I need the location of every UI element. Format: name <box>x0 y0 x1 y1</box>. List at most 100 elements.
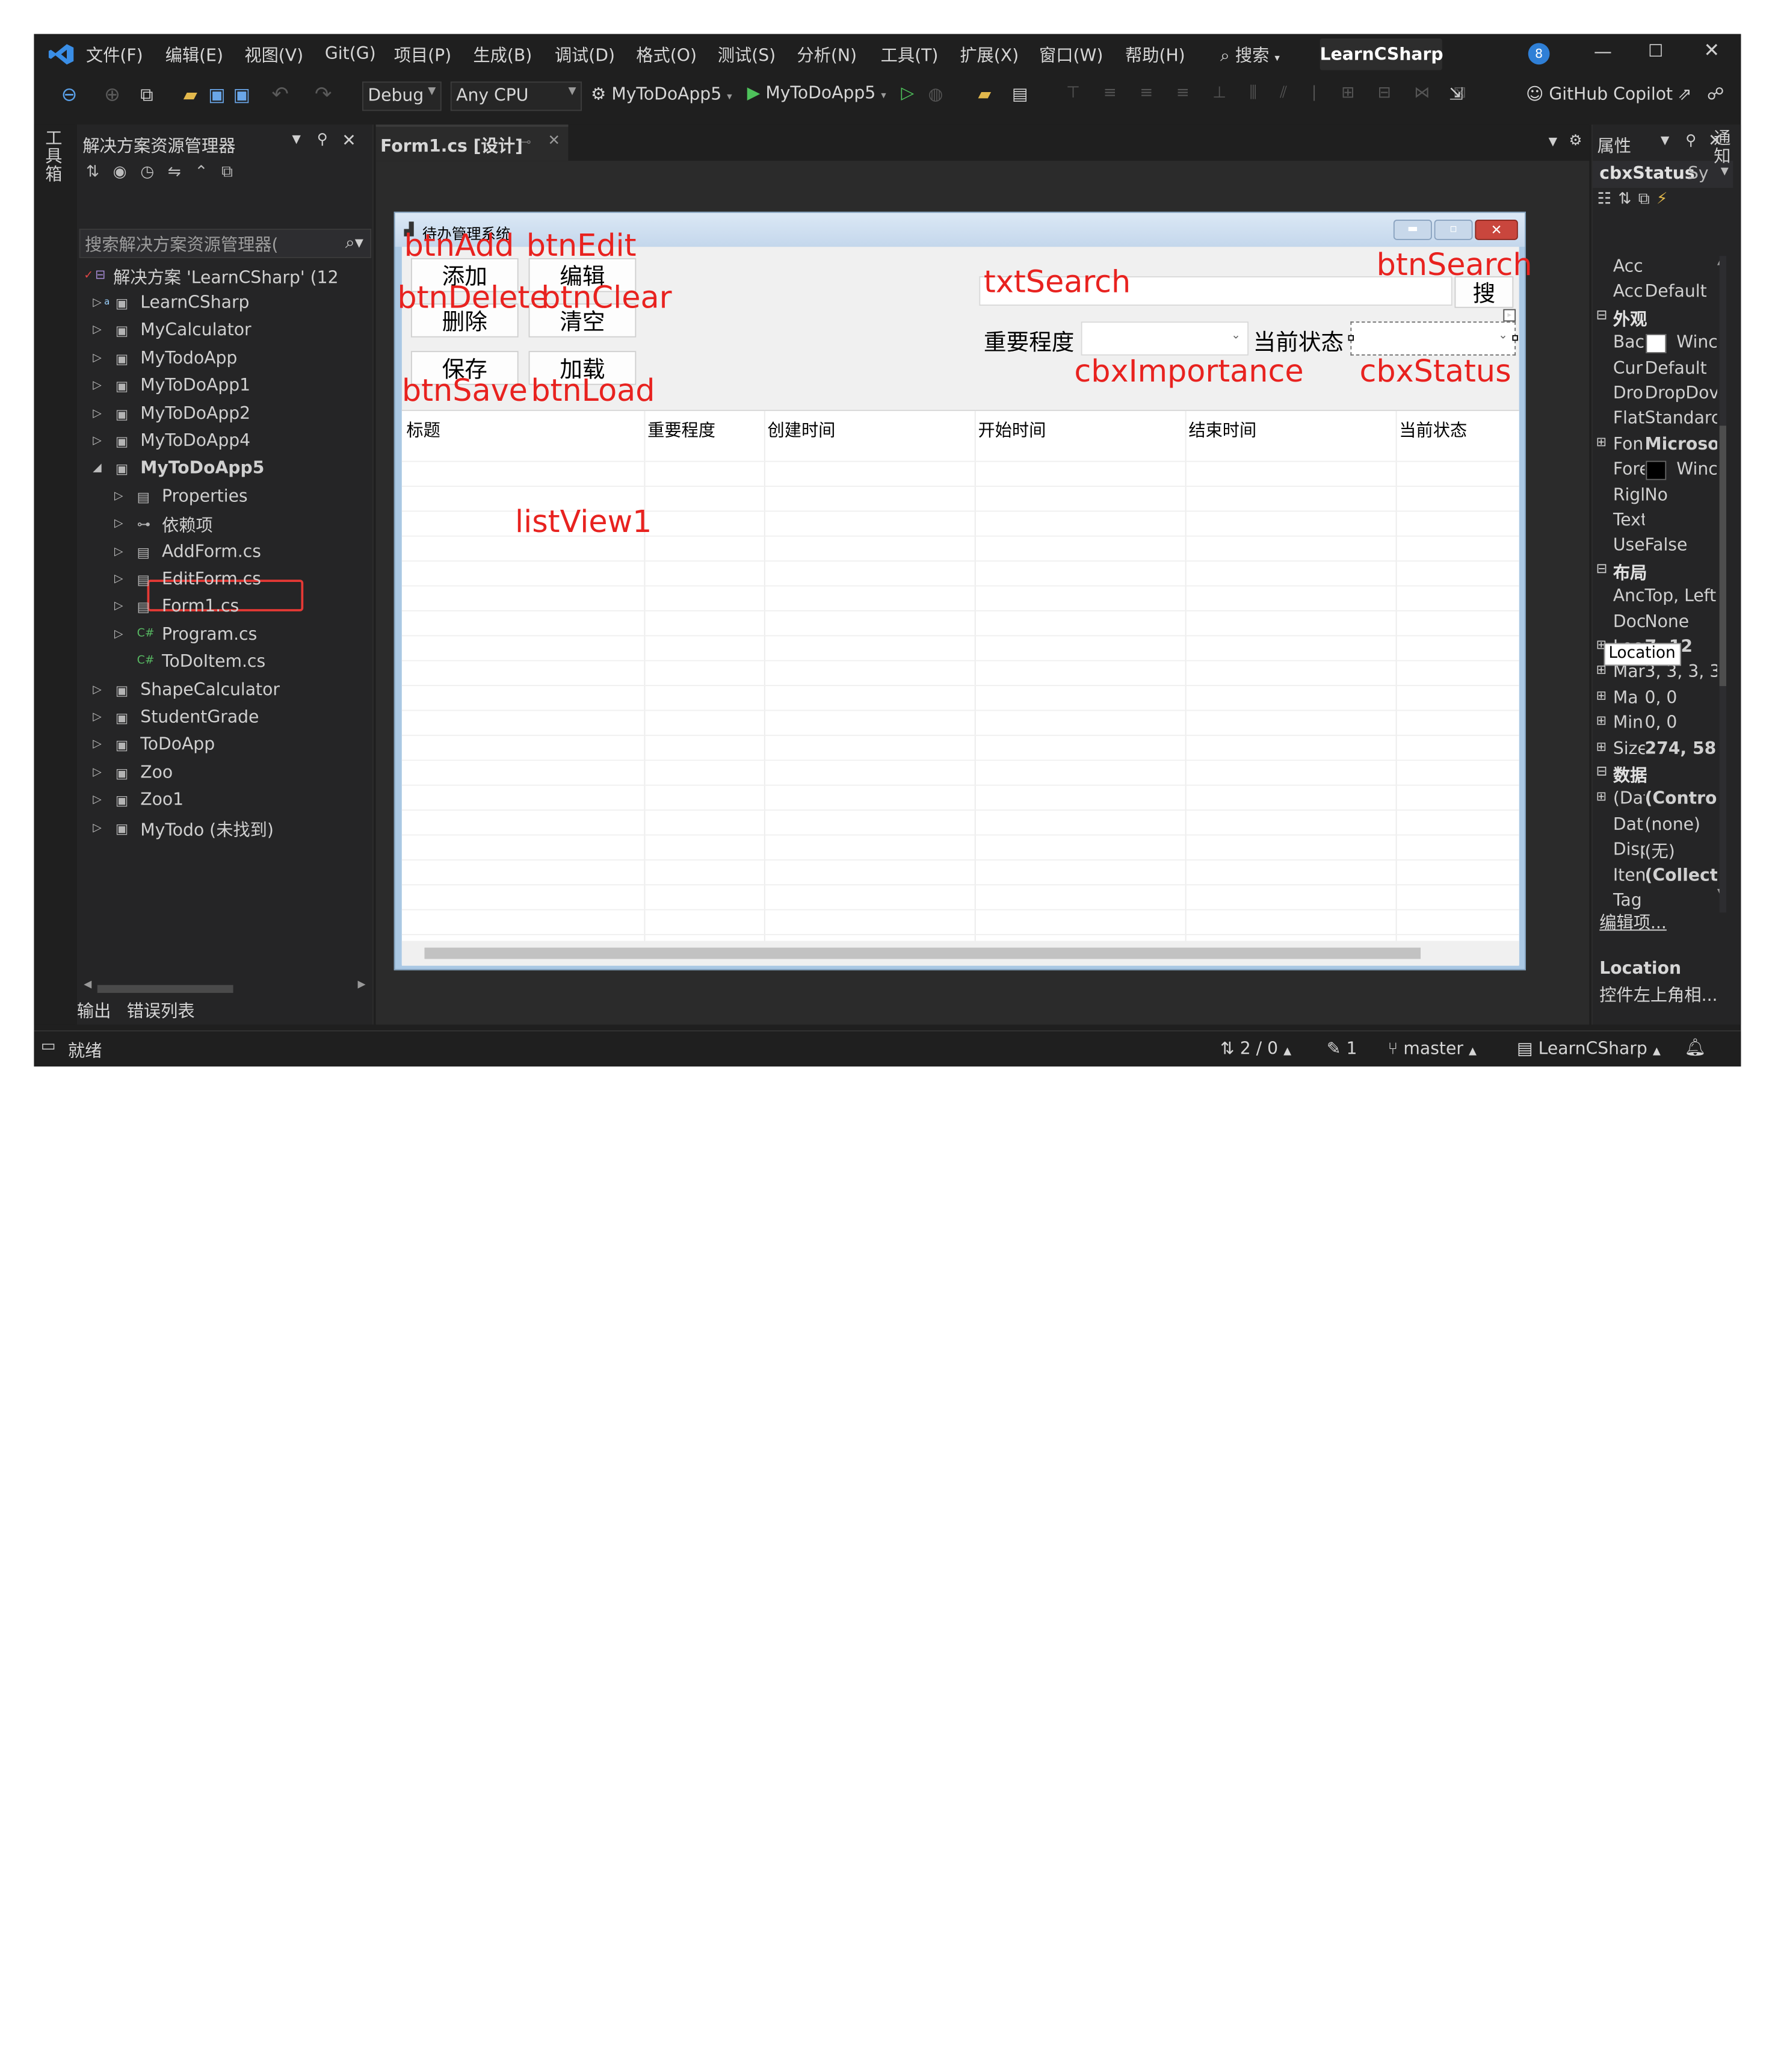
property-value[interactable]: Default <box>1645 357 1707 378</box>
listview-column-header[interactable]: 当前状态 <box>1399 418 1467 442</box>
property-row[interactable]: Rigl No <box>1593 484 1717 509</box>
tab-output[interactable]: 输出 <box>77 998 111 1022</box>
property-value[interactable]: Default <box>1645 281 1707 302</box>
tree-item-label[interactable]: Properties <box>162 486 248 506</box>
menu-item-5[interactable]: 生成(B) <box>473 43 532 67</box>
property-row[interactable]: Fore Winc <box>1593 459 1717 483</box>
tree-expand-icon[interactable]: ▷ <box>93 324 101 337</box>
property-value[interactable]: Microso <box>1645 433 1717 454</box>
form-close-button[interactable]: ✕ <box>1475 219 1518 240</box>
tree-item-label[interactable]: LearnCSharp <box>140 292 249 312</box>
listview-column-header[interactable]: 开始时间 <box>978 418 1046 442</box>
tree-item-label[interactable]: ToDoApp <box>140 734 215 755</box>
close-window-button[interactable]: ✕ <box>1703 40 1720 63</box>
property-object-select[interactable]: cbxStatus Sy ▼ <box>1592 161 1733 188</box>
property-row[interactable]: Flat Standarc <box>1593 408 1717 433</box>
tree-expand-icon[interactable]: ▷ <box>93 711 101 723</box>
property-value[interactable]: 0, 0 <box>1645 687 1678 708</box>
category-collapse-icon[interactable]: ⊟ <box>1596 306 1608 322</box>
notification-bell-icon[interactable]: 🔔︎ <box>1684 1037 1706 1057</box>
tree-expand-icon[interactable]: ▷ <box>93 352 101 365</box>
property-value[interactable]: (Collecti <box>1645 865 1717 885</box>
menu-item-0[interactable]: 文件(F) <box>86 43 143 67</box>
toolbox-tab[interactable]: 工具箱 <box>45 129 66 183</box>
tree-item-label[interactable]: 依赖项 <box>162 513 213 537</box>
horizontal-scrollbar[interactable]: ◀ ▶ <box>77 979 374 997</box>
layout-icon[interactable]: ⇲ <box>1449 84 1463 104</box>
tree-item-label[interactable]: EditForm.cs <box>162 568 261 589</box>
solution-root[interactable]: 解决方案 'LearnCSharp' (12 <box>113 265 338 289</box>
open-folder-icon[interactable]: ▰ <box>184 84 197 105</box>
pin-icon[interactable]: ⚲ <box>317 131 328 148</box>
save-icon[interactable]: ▣ <box>208 84 225 105</box>
solution-root-expand-icon[interactable]: ✓ <box>84 270 93 282</box>
property-value[interactable]: (无) <box>1645 839 1675 863</box>
property-row[interactable]: Anc Top, Left <box>1593 586 1717 610</box>
tree-item-label[interactable]: MyToDoApp1 <box>140 375 250 395</box>
forward-icon[interactable]: ⊕ <box>104 84 120 107</box>
save-all-icon[interactable]: ▣ <box>233 84 250 105</box>
settings-gear-icon[interactable]: ⚙ <box>1569 132 1582 149</box>
tree-item-label[interactable]: MyTodoApp <box>140 347 237 368</box>
tree-item-label[interactable]: MyToDoApp2 <box>140 403 250 423</box>
tree-item-label[interactable]: ShapeCalculator <box>140 679 280 699</box>
repository-status[interactable]: ▤ LearnCSharp ▲ <box>1517 1038 1661 1059</box>
property-row[interactable]: ⊞ Min 0, 0 <box>1593 713 1717 737</box>
tree-expand-icon[interactable]: ▷ <box>93 297 101 309</box>
property-row[interactable]: Dro DropDov <box>1593 383 1717 407</box>
startup-project-select[interactable]: ⚙ MyToDoApp5 ▾ <box>591 84 732 104</box>
git-sync-status[interactable]: ⇅ 2 / 0 ▲ <box>1220 1038 1291 1059</box>
property-value[interactable]: (none) <box>1645 814 1700 834</box>
tree-item-label[interactable]: Zoo <box>140 762 173 782</box>
tree-expand-icon[interactable]: ▷ <box>114 518 123 530</box>
property-row[interactable]: Disp(无) <box>1593 839 1717 864</box>
property-row[interactable]: Iten (Collecti <box>1593 865 1717 889</box>
tree-expand-icon[interactable]: ▷ <box>93 794 101 806</box>
property-pages-icon[interactable]: ⧉ <box>1638 190 1656 208</box>
property-row[interactable]: Text <box>1593 510 1717 534</box>
pending-changes-status[interactable]: ✎ 1 <box>1327 1038 1357 1059</box>
close-panel-icon[interactable]: ✕ <box>342 130 356 150</box>
property-value[interactable]: False <box>1645 535 1688 555</box>
property-value[interactable]: Standarc <box>1645 408 1717 428</box>
panel-menu-icon[interactable]: ▼ <box>292 134 300 146</box>
property-row[interactable]: ⊞ Size 274, 58 <box>1593 738 1717 762</box>
feedback-icon[interactable]: ☍ <box>1707 84 1724 104</box>
menu-item-1[interactable]: 编辑(E) <box>165 43 223 67</box>
property-expand-icon[interactable]: ⊞ <box>1596 790 1607 804</box>
listview-column-header[interactable]: 结束时间 <box>1188 418 1256 442</box>
alphabetical-icon[interactable]: ⇅ <box>1618 190 1638 208</box>
menu-item-10[interactable]: 工具(T) <box>881 43 939 67</box>
property-value[interactable]: Winc <box>1676 459 1717 479</box>
tab-error-list[interactable]: 错误列表 <box>127 998 195 1022</box>
property-value[interactable]: DropDov <box>1645 383 1717 403</box>
tree-expand-icon[interactable]: ▷ <box>93 407 101 420</box>
winform-window[interactable]: ▟ 待办管理系统 ▬ ▫ ✕ 添加 编辑 删除 清空 保存 加载 搜 重要程度 … <box>394 211 1533 971</box>
listview-column-header[interactable]: 创建时间 <box>768 418 836 442</box>
maximize-button[interactable]: ☐ <box>1648 41 1663 61</box>
configuration-select[interactable]: Debug ▼ <box>362 81 442 111</box>
tree-expand-icon[interactable]: ▷ <box>114 573 123 586</box>
search-menu[interactable]: ⌕ 搜索 ▾ <box>1220 43 1280 67</box>
edit-items-link[interactable]: 编辑项... <box>1599 911 1667 935</box>
listview-column-header[interactable]: 重要程度 <box>647 418 715 442</box>
redo-icon[interactable]: ↷ <box>315 82 332 107</box>
copy-icon[interactable]: ⧉ <box>221 163 246 181</box>
panel-menu-icon[interactable]: ▼ <box>1661 135 1669 147</box>
solution-search-input[interactable]: 搜索解决方案资源管理器(⌕▾ <box>79 229 372 258</box>
listview-column-header[interactable]: 标题 <box>406 418 440 442</box>
window-layout-icon[interactable]: ▤ <box>1012 84 1028 104</box>
property-expand-icon[interactable]: ⊞ <box>1596 688 1607 702</box>
tree-expand-icon[interactable]: ▷ <box>93 738 101 751</box>
undo-icon[interactable]: ↶ <box>272 82 289 107</box>
menu-item-2[interactable]: 视图(V) <box>244 43 303 67</box>
property-row[interactable]: Cur Default <box>1593 357 1717 382</box>
tree-expand-icon[interactable]: ▷ <box>93 766 101 779</box>
property-row[interactable]: ⊞ Fon Microso <box>1593 433 1717 458</box>
form-minimize-button[interactable]: ▬ <box>1393 219 1432 240</box>
menu-item-3[interactable]: Git(G) <box>325 43 376 63</box>
property-row[interactable]: ⊞ (Dat(Control <box>1593 788 1717 813</box>
menu-item-13[interactable]: 帮助(H) <box>1125 43 1185 67</box>
close-tab-icon[interactable]: ✕ <box>548 132 561 149</box>
menu-item-12[interactable]: 窗口(W) <box>1039 43 1103 67</box>
